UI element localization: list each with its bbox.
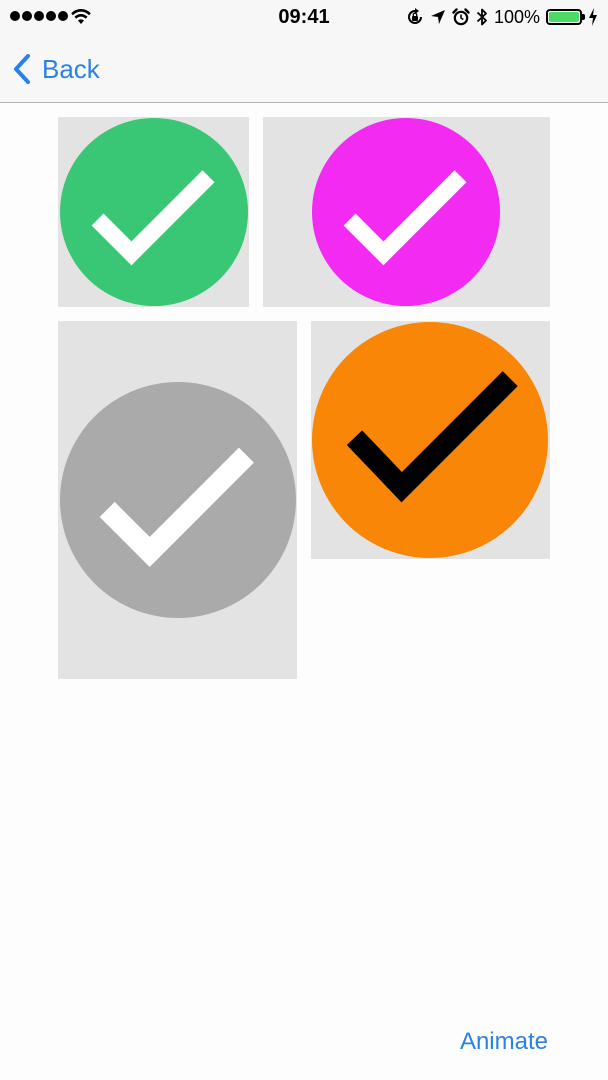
navigation-bar: Back: [0, 36, 608, 103]
magenta-circle: [312, 118, 500, 306]
alarm-icon: [452, 8, 470, 26]
charging-bolt-icon: [589, 8, 597, 26]
checkmark-icon: [91, 170, 215, 266]
status-icons: 100%: [406, 5, 598, 29]
tile-magenta-check[interactable]: [263, 117, 550, 307]
location-arrow-icon: [430, 10, 445, 24]
bluetooth-icon: [476, 8, 487, 26]
orientation-lock-icon: [407, 8, 422, 24]
checkmark-icon: [346, 371, 518, 503]
checkmark-icon: [99, 447, 254, 567]
tile-gray-check[interactable]: [58, 321, 297, 679]
battery-icon: [546, 9, 585, 25]
tile-orange-check[interactable]: [311, 321, 550, 559]
tile-green-check[interactable]: [58, 117, 249, 307]
animate-button[interactable]: Animate: [460, 1028, 548, 1056]
checkmark-icon: [343, 170, 467, 266]
back-button-label: Back: [42, 53, 100, 84]
battery-percent: 100%: [493, 6, 540, 27]
orange-circle: [312, 322, 548, 558]
green-circle: [60, 118, 248, 306]
back-button[interactable]: Back: [12, 52, 100, 86]
status-bar: 09:41 100%: [0, 0, 608, 36]
chevron-left-icon: [14, 54, 30, 84]
gray-circle: [60, 382, 296, 618]
